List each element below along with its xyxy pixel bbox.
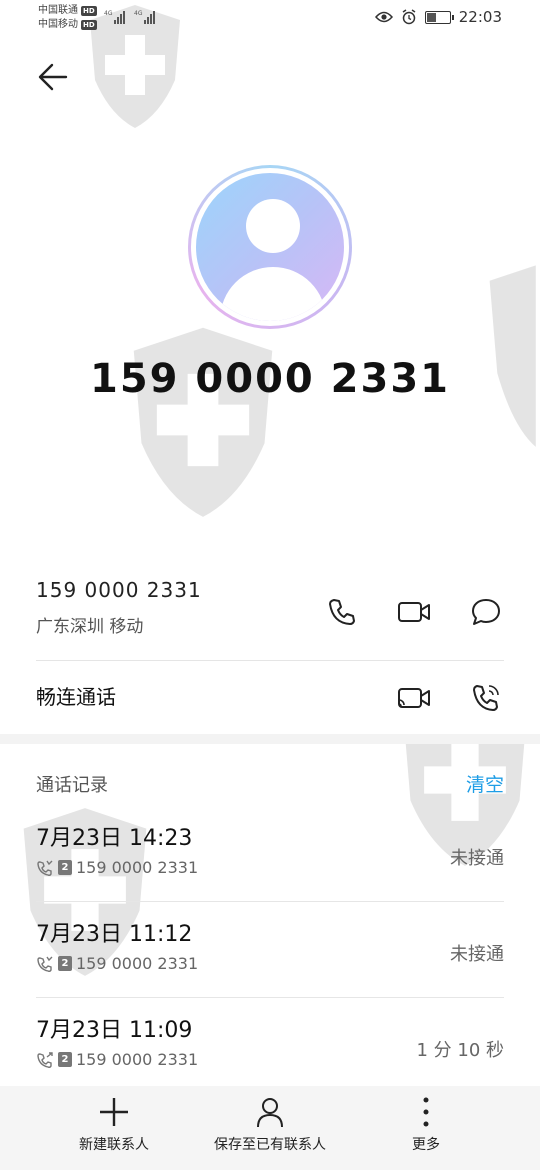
watermark-shield-icon [133, 327, 273, 517]
watermark-shield-icon [489, 265, 536, 447]
hd-badge: HD [81, 6, 97, 16]
bottom-action-bar: 新建联系人 保存至已有联系人 更多 [0, 1086, 540, 1170]
default-person-icon [196, 173, 344, 321]
call-log-title: 通话记录 [36, 774, 108, 796]
changlian-video-icon [398, 688, 430, 708]
call-log-item[interactable]: 7月23日 11:09 2 159 0000 2331 1 分 10 秒 [36, 998, 504, 1094]
plus-icon [100, 1098, 128, 1126]
call-number: 159 0000 2331 [76, 1050, 199, 1069]
hd-badge: HD [81, 20, 97, 30]
call-number: 159 0000 2331 [76, 954, 199, 973]
more-vertical-icon [423, 1097, 429, 1127]
changlian-call-button[interactable] [468, 680, 504, 716]
call-status: 未接通 [450, 944, 504, 965]
outgoing-call-icon [37, 1051, 53, 1068]
call-status: 1 分 10 秒 [416, 1040, 504, 1061]
phone-number: 159 0000 2331 [36, 578, 202, 602]
message-icon [472, 599, 500, 625]
changlian-label: 畅连通话 [36, 685, 116, 709]
new-contact-label: 新建联系人 [79, 1137, 149, 1153]
number-card: 159 0000 2331 广东深圳 移动 畅连通话 [0, 568, 540, 734]
status-bar: 中国联通 HD 中国移动 HD 4G 4G 22:03 [0, 0, 540, 36]
missed-call-icon [37, 956, 53, 972]
svg-text:4G: 4G [134, 10, 143, 17]
phone-icon [329, 599, 355, 625]
changlian-video-button[interactable] [396, 680, 432, 716]
video-call-icon [398, 602, 430, 622]
contact-name: 159 0000 2331 [89, 356, 450, 402]
call-time: 7月23日 14:23 [36, 826, 193, 851]
battery-icon [424, 10, 454, 24]
avatar[interactable] [188, 165, 352, 329]
eye-icon [374, 11, 393, 23]
more-button[interactable]: 更多 [396, 1096, 456, 1154]
call-detail: 2 159 0000 2331 [36, 858, 198, 877]
save-existing-contact-button[interactable]: 保存至已有联系人 [206, 1096, 334, 1154]
section-separator [0, 734, 540, 744]
back-arrow-icon [38, 63, 68, 91]
missed-call-icon [37, 860, 53, 876]
call-log-header: 通话记录 清空 [36, 770, 504, 797]
person-icon [257, 1098, 283, 1128]
sim-badge: 2 [58, 956, 72, 971]
number-info: 159 0000 2331 广东深圳 移动 [36, 578, 202, 637]
call-log-item[interactable]: 7月23日 11:12 2 159 0000 2331 未接通 [36, 902, 504, 998]
signal-icon: 4G [134, 9, 160, 28]
changlian-phone-icon [473, 685, 499, 711]
call-status: 未接通 [450, 848, 504, 869]
call-number: 159 0000 2331 [76, 858, 199, 877]
svg-text:4G: 4G [104, 10, 113, 17]
video-call-button[interactable] [396, 594, 432, 630]
divider [36, 660, 504, 661]
carrier-1: 中国联通 [38, 5, 78, 16]
clock: 22:03 [458, 8, 502, 26]
alarm-icon [402, 9, 416, 25]
status-right: 22:03 [374, 8, 502, 26]
signal-icon: 4G [104, 9, 130, 28]
call-log-item[interactable]: 7月23日 14:23 2 159 0000 2331 未接通 [36, 806, 504, 902]
call-detail: 2 159 0000 2331 [36, 954, 198, 973]
back-button[interactable] [36, 60, 76, 96]
sim-badge: 2 [58, 860, 72, 875]
carrier-info: 中国联通 HD 中国移动 HD [38, 4, 97, 32]
number-location: 广东深圳 移动 [36, 617, 144, 637]
call-time: 7月23日 11:12 [36, 922, 193, 947]
call-time: 7月23日 11:09 [36, 1018, 193, 1043]
more-label: 更多 [412, 1137, 440, 1153]
message-button[interactable] [468, 594, 504, 630]
carrier-2: 中国移动 [38, 19, 78, 30]
clear-log-button[interactable]: 清空 [466, 770, 504, 797]
new-contact-button[interactable]: 新建联系人 [74, 1096, 154, 1154]
sim-badge: 2 [58, 1052, 72, 1067]
save-existing-label: 保存至已有联系人 [214, 1137, 326, 1153]
call-detail: 2 159 0000 2331 [36, 1050, 198, 1069]
call-button[interactable] [324, 594, 360, 630]
